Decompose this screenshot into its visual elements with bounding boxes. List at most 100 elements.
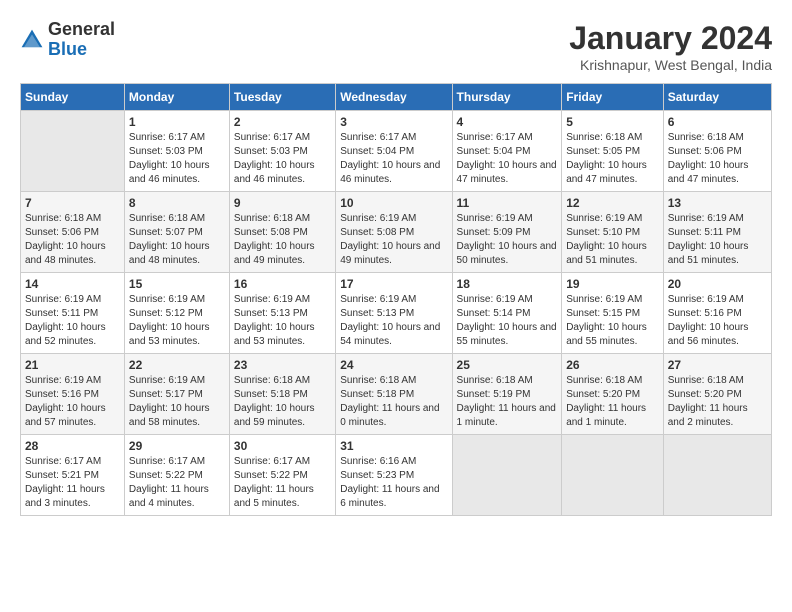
day-cell: 26 Sunrise: 6:18 AMSunset: 5:20 PMDayligh… — [562, 354, 664, 435]
day-number: 9 — [234, 196, 331, 210]
col-header-wednesday: Wednesday — [336, 84, 452, 111]
day-number: 2 — [234, 115, 331, 129]
day-cell: 30Sunrise: 6:17 AMSunset: 5:22 PMDayligh… — [229, 435, 335, 516]
logo: General Blue — [20, 20, 115, 60]
title-block: January 2024 Krishnapur, West Bengal, In… — [569, 20, 772, 73]
day-info: Sunrise: 6:18 AMSunset: 5:07 PMDaylight:… — [129, 212, 225, 268]
day-number: 6 — [668, 115, 767, 129]
day-cell: 4 Sunrise: 6:17 AMSunset: 5:04 PMDaylight… — [452, 111, 562, 192]
day-info: Sunrise: 6:18 AMSunset: 5:18 PMDaylight:… — [234, 374, 331, 430]
day-info: Sunrise: 6:16 AMSunset: 5:23 PMDaylight:… — [340, 455, 447, 511]
day-cell: 5Sunrise: 6:18 AMSunset: 5:05 PMDaylight… — [562, 111, 664, 192]
header-row: SundayMondayTuesdayWednesdayThursdayFrid… — [21, 84, 772, 111]
day-cell: 28Sunrise: 6:17 AMSunset: 5:21 PMDayligh… — [21, 435, 125, 516]
day-info: Sunrise: 6:19 AMSunset: 5:09 PMDaylight:… — [457, 212, 558, 268]
day-cell: 12 Sunrise: 6:19 AMSunset: 5:10 PMDayligh… — [562, 192, 664, 273]
calendar-table: SundayMondayTuesdayWednesdayThursdayFrid… — [20, 83, 772, 516]
logo-general-text: General — [48, 19, 115, 39]
day-cell: 20 Sunrise: 6:19 AMSunset: 5:16 PMDayligh… — [663, 273, 771, 354]
day-cell: 25 Sunrise: 6:18 AMSunset: 5:19 PMDayligh… — [452, 354, 562, 435]
day-cell: 15 Sunrise: 6:19 AMSunset: 5:12 PMDayligh… — [124, 273, 229, 354]
page-header: General Blue January 2024 Krishnapur, We… — [20, 20, 772, 73]
day-cell: 9 Sunrise: 6:18 AMSunset: 5:08 PMDaylight… — [229, 192, 335, 273]
day-info: Sunrise: 6:19 AMSunset: 5:14 PMDaylight:… — [457, 293, 558, 349]
day-cell: 14 Sunrise: 6:19 AMSunset: 5:11 PMDayligh… — [21, 273, 125, 354]
day-info: Sunrise: 6:18 AMSunset: 5:19 PMDaylight:… — [457, 374, 558, 430]
day-number: 16 — [234, 277, 331, 291]
day-info: Sunrise: 6:18 AMSunset: 5:20 PMDaylight:… — [566, 374, 659, 430]
day-info: Sunrise: 6:19 AMSunset: 5:13 PMDaylight:… — [234, 293, 331, 349]
day-info: Sunrise: 6:19 AMSunset: 5:11 PMDaylight:… — [668, 212, 767, 268]
day-number: 8 — [129, 196, 225, 210]
day-cell: 27Sunrise: 6:18 AMSunset: 5:20 PMDayligh… — [663, 354, 771, 435]
day-number: 4 — [457, 115, 558, 129]
day-number: 10 — [340, 196, 447, 210]
day-number: 7 — [25, 196, 120, 210]
day-info: Sunrise: 6:19 AMSunset: 5:12 PMDaylight:… — [129, 293, 225, 349]
day-info: Sunrise: 6:17 AMSunset: 5:22 PMDaylight:… — [129, 455, 225, 511]
day-number: 17 — [340, 277, 447, 291]
day-cell: 13 Sunrise: 6:19 AMSunset: 5:11 PMDayligh… — [663, 192, 771, 273]
day-number: 15 — [129, 277, 225, 291]
day-cell: 17 Sunrise: 6:19 AMSunset: 5:13 PMDayligh… — [336, 273, 452, 354]
day-number: 19 — [566, 277, 659, 291]
day-info: Sunrise: 6:19 AMSunset: 5:11 PMDaylight:… — [25, 293, 120, 349]
day-number: 3 — [340, 115, 447, 129]
day-info: Sunrise: 6:19 AMSunset: 5:16 PMDaylight:… — [25, 374, 120, 430]
day-info: Sunrise: 6:19 AMSunset: 5:10 PMDaylight:… — [566, 212, 659, 268]
day-info: Sunrise: 6:19 AMSunset: 5:17 PMDaylight:… — [129, 374, 225, 430]
col-header-thursday: Thursday — [452, 84, 562, 111]
logo-blue-text: Blue — [48, 39, 87, 59]
day-number: 29 — [129, 439, 225, 453]
day-info: Sunrise: 6:18 AMSunset: 5:05 PMDaylight:… — [566, 131, 659, 187]
day-cell: 16 Sunrise: 6:19 AMSunset: 5:13 PMDayligh… — [229, 273, 335, 354]
col-header-tuesday: Tuesday — [229, 84, 335, 111]
day-number: 24 — [340, 358, 447, 372]
day-info: Sunrise: 6:19 AMSunset: 5:13 PMDaylight:… — [340, 293, 447, 349]
month-title: January 2024 — [569, 20, 772, 57]
day-info: Sunrise: 6:18 AMSunset: 5:06 PMDaylight:… — [668, 131, 767, 187]
day-info: Sunrise: 6:17 AMSunset: 5:03 PMDaylight:… — [129, 131, 225, 187]
calendar-header: SundayMondayTuesdayWednesdayThursdayFrid… — [21, 84, 772, 111]
location: Krishnapur, West Bengal, India — [569, 57, 772, 73]
day-cell: 10 Sunrise: 6:19 AMSunset: 5:08 PMDayligh… — [336, 192, 452, 273]
week-row-5: 28Sunrise: 6:17 AMSunset: 5:21 PMDayligh… — [21, 435, 772, 516]
day-cell — [562, 435, 664, 516]
day-cell: 19 Sunrise: 6:19 AMSunset: 5:15 PMDayligh… — [562, 273, 664, 354]
day-cell: 18 Sunrise: 6:19 AMSunset: 5:14 PMDayligh… — [452, 273, 562, 354]
day-number: 1 — [129, 115, 225, 129]
day-info: Sunrise: 6:17 AMSunset: 5:04 PMDaylight:… — [457, 131, 558, 187]
col-header-saturday: Saturday — [663, 84, 771, 111]
day-number: 20 — [668, 277, 767, 291]
day-info: Sunrise: 6:17 AMSunset: 5:03 PMDaylight:… — [234, 131, 331, 187]
day-number: 12 — [566, 196, 659, 210]
week-row-1: 1 Sunrise: 6:17 AMSunset: 5:03 PMDaylight… — [21, 111, 772, 192]
day-number: 31 — [340, 439, 447, 453]
day-number: 25 — [457, 358, 558, 372]
day-number: 14 — [25, 277, 120, 291]
day-info: Sunrise: 6:19 AMSunset: 5:16 PMDaylight:… — [668, 293, 767, 349]
day-cell: 11 Sunrise: 6:19 AMSunset: 5:09 PMDayligh… — [452, 192, 562, 273]
day-cell — [663, 435, 771, 516]
day-info: Sunrise: 6:19 AMSunset: 5:08 PMDaylight:… — [340, 212, 447, 268]
day-info: Sunrise: 6:19 AMSunset: 5:15 PMDaylight:… — [566, 293, 659, 349]
day-number: 27 — [668, 358, 767, 372]
logo-icon — [20, 28, 44, 52]
day-info: Sunrise: 6:18 AMSunset: 5:08 PMDaylight:… — [234, 212, 331, 268]
day-cell: 3 Sunrise: 6:17 AMSunset: 5:04 PMDaylight… — [336, 111, 452, 192]
day-info: Sunrise: 6:17 AMSunset: 5:21 PMDaylight:… — [25, 455, 120, 511]
day-number: 11 — [457, 196, 558, 210]
day-cell — [452, 435, 562, 516]
day-cell: 7 Sunrise: 6:18 AMSunset: 5:06 PMDaylight… — [21, 192, 125, 273]
day-info: Sunrise: 6:18 AMSunset: 5:06 PMDaylight:… — [25, 212, 120, 268]
day-info: Sunrise: 6:18 AMSunset: 5:18 PMDaylight:… — [340, 374, 447, 430]
day-number: 26 — [566, 358, 659, 372]
day-number: 13 — [668, 196, 767, 210]
col-header-monday: Monday — [124, 84, 229, 111]
col-header-sunday: Sunday — [21, 84, 125, 111]
day-number: 22 — [129, 358, 225, 372]
day-cell: 24 Sunrise: 6:18 AMSunset: 5:18 PMDayligh… — [336, 354, 452, 435]
day-cell: 21Sunrise: 6:19 AMSunset: 5:16 PMDayligh… — [21, 354, 125, 435]
day-number: 18 — [457, 277, 558, 291]
day-info: Sunrise: 6:17 AMSunset: 5:04 PMDaylight:… — [340, 131, 447, 187]
